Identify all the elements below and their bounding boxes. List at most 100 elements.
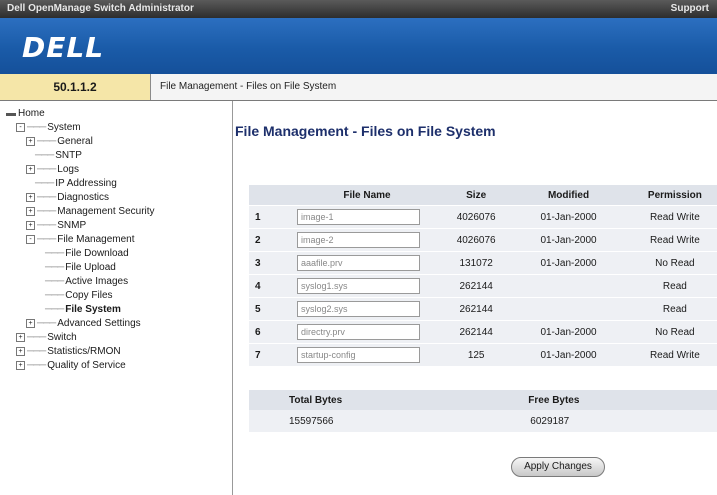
tree-item-label: Diagnostics xyxy=(57,192,109,203)
modified-cell xyxy=(514,297,623,321)
expand-icon[interactable]: + xyxy=(16,332,25,342)
apply-changes-button[interactable]: Apply Changes xyxy=(511,457,605,477)
expand-icon[interactable]: + xyxy=(26,136,35,146)
tree-item[interactable]: ─── File System xyxy=(6,303,155,317)
files-table: File Name Size Modified Permission 1 imag… xyxy=(249,185,717,367)
tree-item-label: Statistics/RMON xyxy=(47,346,121,357)
file-name-cell: aaafile.prv xyxy=(296,251,438,275)
expand-icon[interactable]: + xyxy=(16,346,25,356)
permission-cell: No Read xyxy=(622,320,717,344)
table-header-row: File Name Size Modified Permission xyxy=(249,185,717,206)
size-cell: 131072 xyxy=(438,251,515,275)
file-name-field[interactable]: directry.prv xyxy=(297,324,420,340)
tree-connector: ─── xyxy=(45,248,64,259)
modified-cell: 01-Jan-2000 xyxy=(514,228,623,252)
modified-cell: 01-Jan-2000 xyxy=(514,205,623,229)
tree-item[interactable]: - ─── File Management xyxy=(6,233,155,247)
tree-item[interactable]: + ─── Logs xyxy=(6,163,155,177)
leaf-icon xyxy=(36,249,43,257)
tree-item[interactable]: ─── SNTP xyxy=(6,149,155,163)
size-cell: 4026076 xyxy=(438,228,515,252)
tree-item-label: Copy Files xyxy=(65,290,113,301)
tree-item[interactable]: ▬ Home xyxy=(6,107,155,121)
free-bytes-label: Free Bytes xyxy=(478,390,717,410)
breadcrumb: File Management - Files on File System xyxy=(160,81,337,92)
permission-cell: Read xyxy=(622,274,717,298)
leaf-icon xyxy=(36,263,43,271)
header-index xyxy=(249,185,296,206)
permission-cell: Read Write xyxy=(622,228,717,252)
app-title: Dell OpenManage Switch Administrator xyxy=(7,3,194,14)
tree-connector: ─── xyxy=(27,122,46,133)
file-name-cell: syslog1.sys xyxy=(296,274,438,298)
collapse-icon[interactable]: - xyxy=(26,234,35,244)
collapse-icon[interactable]: - xyxy=(16,122,25,132)
tree-item[interactable]: ─── Copy Files xyxy=(6,289,155,303)
tree-item[interactable]: + ─── Switch xyxy=(6,331,155,345)
permission-cell: Read xyxy=(622,297,717,321)
tree-item[interactable]: + ─── Advanced Settings xyxy=(6,317,155,331)
table-row: 6 directry.prv 262144 01-Jan-2000 No Read xyxy=(249,320,717,344)
tree-connector: ─── xyxy=(37,220,56,231)
navigation-tree: ▬ Home - ─── System + ─── General ─── SNTP + ─── Log… xyxy=(0,101,233,495)
tree-item-label: Management Security xyxy=(57,206,155,217)
file-name-cell: syslog2.sys xyxy=(296,297,438,321)
tree-connector: ─── xyxy=(37,164,56,175)
tree-item[interactable]: + ─── Statistics/RMON xyxy=(6,345,155,359)
expand-icon[interactable]: + xyxy=(26,206,35,216)
total-bytes-value: 15597566 xyxy=(249,410,479,432)
tree-item-label: IP Addressing xyxy=(55,178,117,189)
row-index: 7 xyxy=(249,343,296,367)
file-name-cell: startup-config xyxy=(296,343,438,367)
tree-item[interactable]: + ─── Diagnostics xyxy=(6,191,155,205)
size-cell: 262144 xyxy=(438,297,515,321)
file-name-cell: directry.prv xyxy=(296,320,438,344)
leaf-icon xyxy=(36,291,43,299)
expand-icon[interactable]: + xyxy=(26,220,35,230)
tree-item-label: File Upload xyxy=(65,262,116,273)
expand-icon[interactable]: + xyxy=(26,192,35,202)
row-index: 3 xyxy=(249,251,296,275)
tree-connector: ─── xyxy=(45,262,64,273)
file-name-field[interactable]: syslog2.sys xyxy=(297,301,420,317)
tree-connector: ─── xyxy=(35,178,54,189)
expand-icon[interactable]: + xyxy=(26,318,35,328)
table-row: 4 syslog1.sys 262144 Read xyxy=(249,274,717,298)
tree-item[interactable]: ─── File Upload xyxy=(6,261,155,275)
tree-item[interactable]: + ─── SNMP xyxy=(6,219,155,233)
total-bytes-label: Total Bytes xyxy=(249,390,479,410)
row-index: 1 xyxy=(249,205,296,229)
tree-item[interactable]: + ─── General xyxy=(6,135,155,149)
tree-item-label: Logs xyxy=(57,164,79,175)
modified-cell xyxy=(514,274,623,298)
expand-icon[interactable]: + xyxy=(16,360,25,370)
tree-item[interactable]: ─── IP Addressing xyxy=(6,177,155,191)
file-name-field[interactable]: startup-config xyxy=(297,347,420,363)
file-name-field[interactable]: syslog1.sys xyxy=(297,278,420,294)
tree-item-label: Quality of Service xyxy=(47,360,126,371)
row-index: 4 xyxy=(249,274,296,298)
file-name-field[interactable]: image-1 xyxy=(297,209,420,225)
file-name-field[interactable]: image-2 xyxy=(297,232,420,248)
tree-connector: ─── xyxy=(37,136,56,147)
tree-item[interactable]: ─── Active Images xyxy=(6,275,155,289)
support-link[interactable]: Support xyxy=(671,0,709,18)
banner: DELL xyxy=(0,18,717,74)
tree-item[interactable]: ─── File Download xyxy=(6,247,155,261)
tree-connector: ─── xyxy=(35,150,54,161)
tree-connector: ─── xyxy=(27,332,46,343)
table-row: 5 syslog2.sys 262144 Read xyxy=(249,297,717,321)
tree-item[interactable]: + ─── Quality of Service xyxy=(6,359,155,373)
tree-connector: ─── xyxy=(37,234,56,245)
tree-connector: ─── xyxy=(37,206,56,217)
tree-item-label: Advanced Settings xyxy=(57,318,141,329)
modified-cell: 01-Jan-2000 xyxy=(514,251,623,275)
tree-item[interactable]: - ─── System xyxy=(6,121,155,135)
modified-cell: 01-Jan-2000 xyxy=(514,343,623,367)
tree-item[interactable]: + ─── Management Security xyxy=(6,205,155,219)
tree-connector: ─── xyxy=(45,290,64,301)
file-name-field[interactable]: aaafile.prv xyxy=(297,255,420,271)
expand-icon[interactable]: + xyxy=(26,164,35,174)
table-row: 7 startup-config 125 01-Jan-2000 Read Write xyxy=(249,343,717,367)
tree-connector: ─── xyxy=(37,192,56,203)
